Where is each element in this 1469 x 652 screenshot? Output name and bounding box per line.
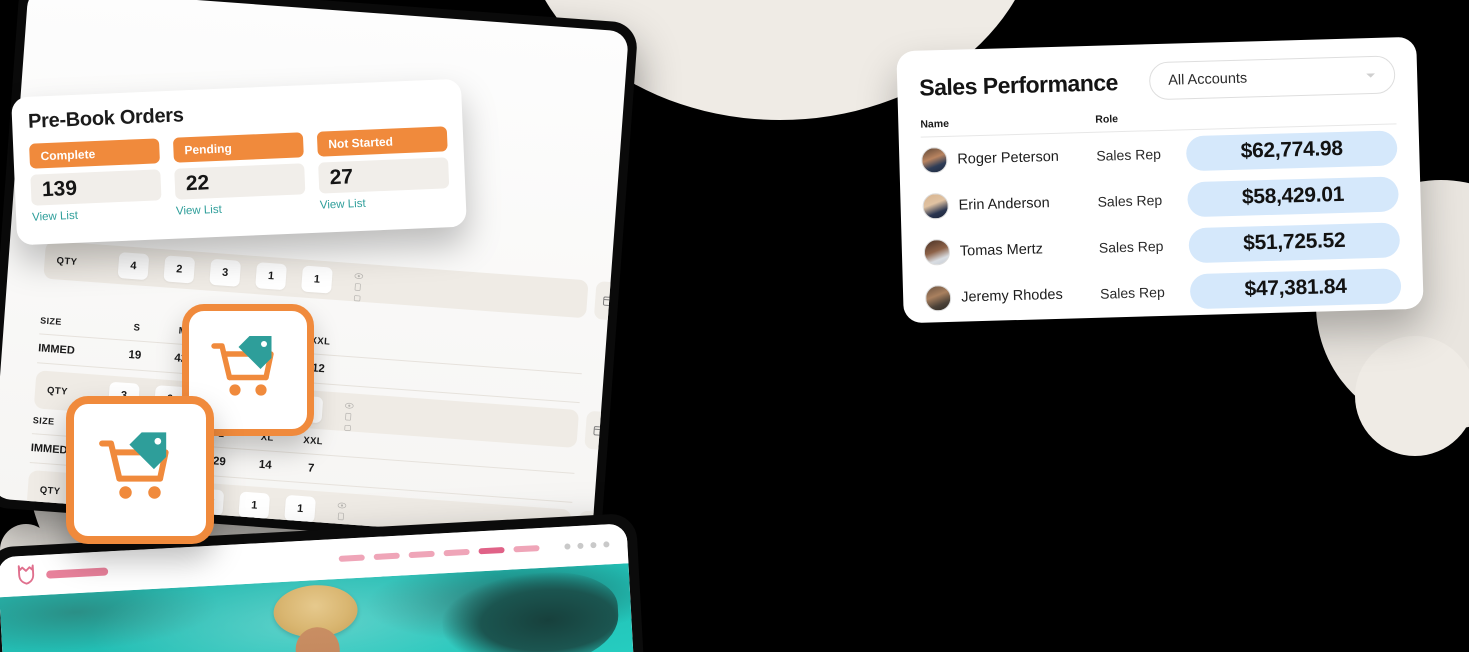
sales-rep-name: Erin Anderson: [958, 195, 1050, 214]
nav-item[interactable]: [338, 554, 365, 562]
immed-cell: 19: [128, 348, 142, 362]
composition-stage: QTY 4 2 3 1 1 SIZE S XXL IMMED 19 42 12 …: [0, 0, 1469, 652]
shopping-cart-badge-front[interactable]: [66, 396, 214, 544]
copy-icon[interactable]: [337, 507, 347, 520]
row-actions[interactable]: [336, 496, 347, 531]
shopping-cart-tag-icon: [96, 429, 184, 512]
avatar: [924, 284, 952, 312]
page-title: Sales Performance: [918, 68, 1119, 101]
row-actions[interactable]: [343, 396, 355, 431]
delete-icon[interactable]: [343, 418, 353, 431]
nav-item[interactable]: [373, 552, 400, 561]
hero-model: [266, 573, 371, 652]
status-badge: Not Started: [316, 126, 448, 157]
crown-shield-logo[interactable]: [16, 562, 37, 590]
eye-icon[interactable]: [337, 496, 347, 508]
header-action-dots[interactable]: [564, 541, 610, 550]
header-action-dot[interactable]: [590, 541, 597, 549]
calendar-icon[interactable]: [584, 410, 614, 451]
sales-rep-identity: Erin Anderson: [922, 189, 1098, 220]
avatar: [921, 146, 948, 174]
delete-icon[interactable]: [353, 289, 363, 301]
qty-cell[interactable]: 1: [238, 491, 271, 520]
column-header-role: Role: [1095, 113, 1119, 126]
sales-amount: $62,774.98: [1185, 129, 1398, 171]
sales-rep-role: Sales Rep: [1098, 237, 1164, 256]
sales-rep-name: Tomas Mertz: [959, 241, 1044, 260]
copy-icon[interactable]: [354, 278, 364, 291]
qty-row[interactable]: QTY 4 2 3 1 1: [43, 240, 623, 321]
sales-rep-identity: Tomas Mertz: [923, 235, 1100, 266]
sales-performance-card: Sales Performance All Accounts Name Role…: [896, 36, 1424, 324]
prebook-status-pending: Pending 22 View List: [172, 132, 306, 219]
view-list-link[interactable]: View List: [320, 198, 366, 212]
background-blob-right-small: [1355, 336, 1469, 456]
sales-rep-role: Sales Rep: [1096, 145, 1162, 164]
qty-cell[interactable]: 4: [117, 252, 150, 281]
immed-label: IMMED: [37, 342, 76, 357]
header-action-dot[interactable]: [577, 542, 584, 549]
brand-name-pill: [46, 567, 109, 579]
status-count: 22: [174, 163, 306, 200]
header-action-dot[interactable]: [564, 543, 571, 550]
status-count: 27: [318, 157, 450, 194]
size-col: XXL: [302, 434, 324, 447]
nav-item[interactable]: [513, 545, 540, 553]
sales-rep-name: Roger Peterson: [957, 148, 1060, 168]
sales-amount: $47,381.84: [1189, 267, 1402, 309]
view-list-link[interactable]: View List: [32, 210, 78, 224]
account-filter-value: All Accounts: [1168, 70, 1248, 89]
sales-rep-name: Jeremy Rhodes: [960, 286, 1063, 306]
sales-amount: $58,429.01: [1187, 175, 1399, 217]
order-grid-block: QTY 4 2 3 1 1: [43, 234, 623, 321]
qty-cell[interactable]: 1: [301, 265, 333, 294]
status-badge: Pending: [172, 132, 304, 163]
immed-cell: 14: [258, 458, 273, 472]
prebook-status-complete: Complete 139 View List: [29, 138, 162, 225]
sales-rep-role: Sales Rep: [1097, 191, 1163, 210]
calendar-icon[interactable]: [593, 281, 623, 321]
qty-label: QTY: [56, 254, 78, 268]
header-action-dot[interactable]: [603, 541, 610, 548]
account-filter-dropdown[interactable]: All Accounts: [1148, 55, 1396, 101]
view-list-link[interactable]: View List: [176, 204, 222, 218]
prebook-status-row: Complete 139 View List Pending 22 View L…: [29, 126, 450, 225]
qty-cell[interactable]: 1: [255, 262, 287, 291]
eye-icon[interactable]: [345, 396, 355, 409]
chevron-down-icon[interactable]: [1365, 67, 1376, 83]
sales-rep-identity: Roger Peterson: [921, 143, 1097, 174]
nav-item-active[interactable]: [478, 546, 505, 555]
shopping-cart-tag-icon: [209, 333, 287, 408]
prebook-title: Pre-Book Orders: [27, 104, 185, 133]
sales-rep-role: Sales Rep: [1099, 283, 1165, 302]
eye-icon[interactable]: [354, 267, 364, 279]
top-navigation[interactable]: [338, 541, 610, 562]
delete-icon[interactable]: [336, 518, 346, 531]
nav-item[interactable]: [443, 548, 470, 557]
avatar: [923, 238, 951, 266]
qty-cell[interactable]: 2: [163, 255, 196, 284]
sales-rep-identity: Jeremy Rhodes: [924, 281, 1101, 312]
row-actions[interactable]: [353, 267, 364, 301]
prebook-orders-card: Pre-Book Orders Complete 139 View List P…: [11, 78, 467, 246]
sales-amount: $51,725.52: [1188, 221, 1401, 263]
size-label: SIZE: [39, 315, 63, 327]
immed-cell: 7: [307, 462, 315, 475]
qty-cell[interactable]: 3: [209, 258, 242, 287]
copy-icon[interactable]: [344, 407, 354, 421]
status-count: 139: [30, 169, 162, 206]
nav-item[interactable]: [408, 550, 435, 559]
prebook-status-not-started: Not Started 27 View List: [316, 126, 450, 213]
avatar: [922, 192, 950, 220]
size-col: S: [133, 321, 141, 334]
status-badge: Complete: [29, 138, 160, 169]
qty-cell[interactable]: 1: [284, 494, 317, 523]
column-header-name: Name: [920, 117, 950, 131]
